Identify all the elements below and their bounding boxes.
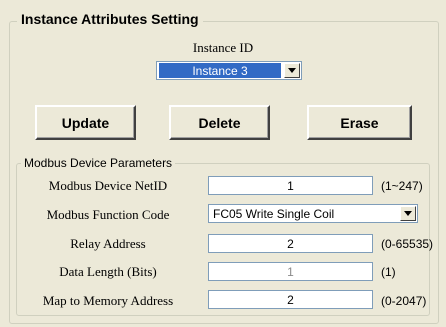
memory-address-range: (0-2047) [381, 294, 427, 308]
data-length-range: (1) [381, 265, 396, 279]
memory-address-label: Map to Memory Address [42, 293, 174, 308]
function-code-dropdown[interactable]: FC05 Write Single Coil [208, 204, 418, 223]
memory-address-input[interactable]: 2 [208, 290, 373, 309]
netid-input[interactable]: 1 [208, 176, 373, 195]
netid-range: (1~247) [381, 179, 423, 193]
delete-button[interactable]: Delete [169, 105, 270, 140]
netid-label: Modbus Device NetID [48, 178, 168, 193]
instance-id-label: Instance ID [192, 40, 254, 55]
relay-address-range: (0-65535) [381, 237, 434, 251]
function-code-value: FC05 Write Single Coil [213, 206, 335, 221]
data-length-input: 1 [208, 262, 373, 281]
data-length-label: Data Length (Bits) [59, 264, 157, 279]
instance-id-value: Instance 3 [159, 63, 281, 78]
erase-button[interactable]: Erase [307, 105, 412, 140]
update-button[interactable]: Update [35, 105, 136, 140]
relay-address-label: Relay Address [70, 236, 146, 251]
chevron-down-icon[interactable] [400, 206, 416, 221]
instance-id-dropdown[interactable]: Instance 3 [156, 61, 302, 80]
group-title: Instance Attributes Setting [17, 11, 203, 27]
relay-address-input[interactable]: 2 [208, 234, 373, 253]
function-code-label: Modbus Function Code [46, 207, 170, 222]
chevron-down-icon[interactable] [284, 63, 300, 78]
modbus-group-title: Modbus Device Parameters [21, 156, 176, 170]
